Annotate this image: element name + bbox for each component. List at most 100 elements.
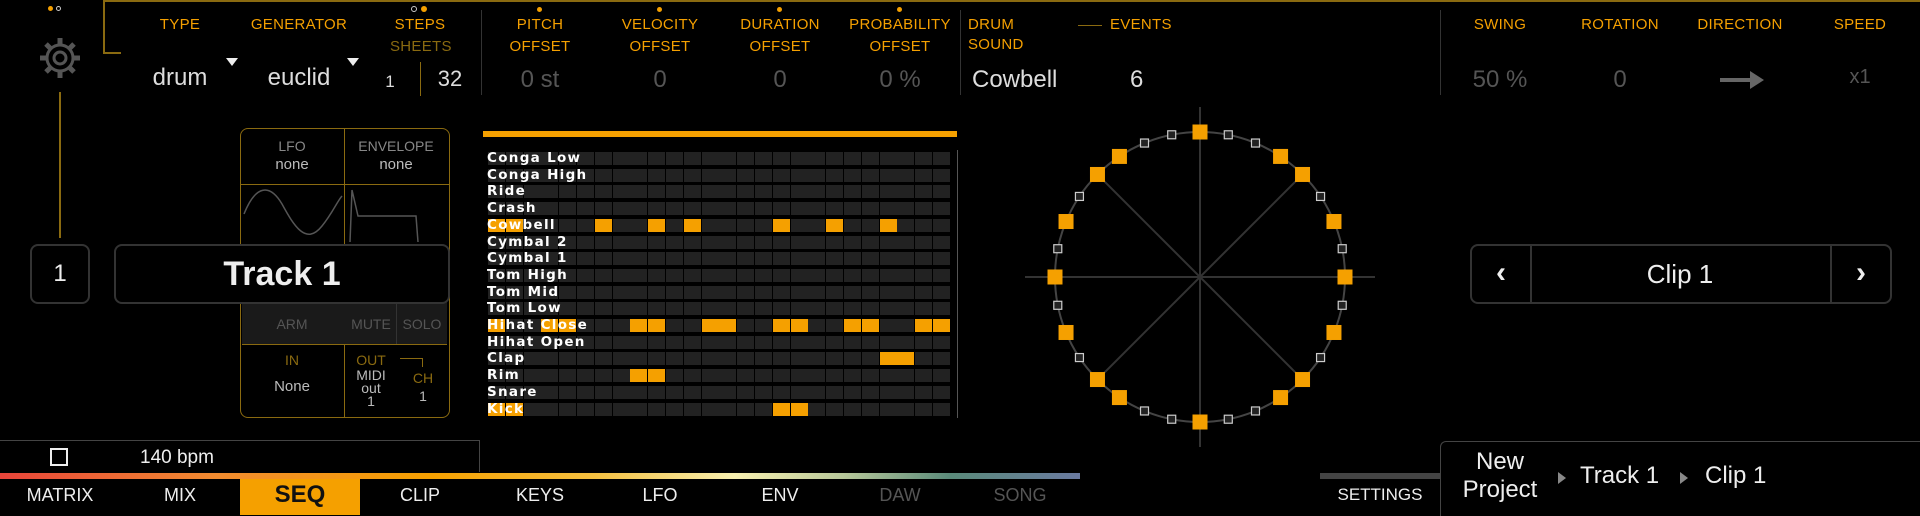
grid-step[interactable] xyxy=(701,302,719,316)
grid-step[interactable] xyxy=(737,235,755,249)
grid-step[interactable] xyxy=(594,152,612,165)
grid-step[interactable] xyxy=(897,168,915,182)
grid-step[interactable] xyxy=(648,319,666,332)
grid-step[interactable] xyxy=(755,268,772,282)
grid-step[interactable] xyxy=(648,252,666,266)
grid-step[interactable] xyxy=(666,252,683,266)
grid-step[interactable] xyxy=(683,168,701,182)
grid-step[interactable] xyxy=(844,252,861,266)
grid-step[interactable] xyxy=(666,385,683,399)
euclid-step[interactable] xyxy=(1074,352,1085,363)
grid-step[interactable] xyxy=(683,252,701,266)
grid-step[interactable] xyxy=(666,302,683,316)
grid-step[interactable] xyxy=(612,352,630,366)
grid-step[interactable] xyxy=(577,268,594,282)
drum-row-label[interactable]: Tom Low xyxy=(487,300,562,316)
grid-step[interactable] xyxy=(897,302,915,316)
grid-step[interactable] xyxy=(594,218,612,232)
grid-step[interactable] xyxy=(897,319,915,332)
drum-row-label[interactable]: Crash xyxy=(487,200,537,216)
grid-step[interactable] xyxy=(701,152,719,165)
grid-step[interactable] xyxy=(933,402,950,416)
tab-settings[interactable]: SETTINGS xyxy=(1320,480,1440,515)
grid-step[interactable] xyxy=(666,268,683,282)
tempo-display[interactable]: 140 bpm xyxy=(140,447,214,469)
grid-step[interactable] xyxy=(755,352,772,366)
euclid-step[interactable] xyxy=(1089,166,1105,182)
euclid-step[interactable] xyxy=(1273,148,1289,164)
grid-step[interactable] xyxy=(879,352,897,366)
grid-step[interactable] xyxy=(879,268,897,282)
grid-step[interactable] xyxy=(683,152,701,165)
grid-step[interactable] xyxy=(737,402,755,416)
grid-step[interactable] xyxy=(755,385,772,399)
grid-step[interactable] xyxy=(612,369,630,383)
envelope-value[interactable]: none xyxy=(346,156,446,173)
grid-step[interactable] xyxy=(719,352,737,366)
grid-step[interactable] xyxy=(915,185,933,199)
grid-step[interactable] xyxy=(861,302,879,316)
grid-step[interactable] xyxy=(701,385,719,399)
drum-row-label[interactable]: Conga High xyxy=(487,167,587,183)
euclid-step[interactable] xyxy=(1250,406,1261,416)
grid-step[interactable] xyxy=(612,285,630,299)
grid-step[interactable] xyxy=(844,402,861,416)
grid-step[interactable] xyxy=(719,152,737,165)
grid-step[interactable] xyxy=(541,352,559,366)
euclid-step[interactable] xyxy=(1337,269,1353,285)
steps-value[interactable]: 32 xyxy=(428,66,472,92)
grid-step[interactable] xyxy=(666,202,683,216)
grid-step[interactable] xyxy=(577,218,594,232)
swing-value[interactable]: 50 % xyxy=(1450,66,1550,94)
grid-step[interactable] xyxy=(755,152,772,165)
grid-step[interactable] xyxy=(808,285,826,299)
grid-step[interactable] xyxy=(683,285,701,299)
euclid-step[interactable] xyxy=(1223,130,1233,140)
grid-step[interactable] xyxy=(719,285,737,299)
grid-step[interactable] xyxy=(755,335,772,349)
duration-offset-value[interactable]: 0 xyxy=(730,66,830,94)
grid-step[interactable] xyxy=(826,218,844,232)
grid-step[interactable] xyxy=(577,352,594,366)
grid-step[interactable] xyxy=(594,235,612,249)
grid-step[interactable] xyxy=(577,302,594,316)
grid-step[interactable] xyxy=(541,385,559,399)
grid-step[interactable] xyxy=(630,369,648,383)
grid-step[interactable] xyxy=(701,235,719,249)
solo-button[interactable]: SOLO xyxy=(397,316,447,332)
grid-step[interactable] xyxy=(772,302,790,316)
grid-step[interactable] xyxy=(790,268,808,282)
grid-step[interactable] xyxy=(790,385,808,399)
grid-step[interactable] xyxy=(737,335,755,349)
grid-step[interactable] xyxy=(933,235,950,249)
grid-step[interactable] xyxy=(826,252,844,266)
grid-step[interactable] xyxy=(666,168,683,182)
grid-step[interactable] xyxy=(737,218,755,232)
grid-step[interactable] xyxy=(630,185,648,199)
euclid-step[interactable] xyxy=(1192,124,1208,140)
grid-step[interactable] xyxy=(719,235,737,249)
grid-step[interactable] xyxy=(719,252,737,266)
grid-step[interactable] xyxy=(648,369,666,383)
grid-step[interactable] xyxy=(879,202,897,216)
grid-step[interactable] xyxy=(577,385,594,399)
grid-step[interactable] xyxy=(737,302,755,316)
grid-step[interactable] xyxy=(772,402,790,416)
grid-step[interactable] xyxy=(630,168,648,182)
grid-step[interactable] xyxy=(790,252,808,266)
grid-step[interactable] xyxy=(701,369,719,383)
grid-step[interactable] xyxy=(897,385,915,399)
grid-step[interactable] xyxy=(737,352,755,366)
grid-step[interactable] xyxy=(612,252,630,266)
grid-step[interactable] xyxy=(594,352,612,366)
arm-button[interactable]: ARM xyxy=(242,316,342,332)
grid-step[interactable] xyxy=(915,168,933,182)
grid-step[interactable] xyxy=(648,268,666,282)
grid-step[interactable] xyxy=(594,268,612,282)
grid-step[interactable] xyxy=(683,402,701,416)
grid-step[interactable] xyxy=(844,235,861,249)
grid-step[interactable] xyxy=(648,168,666,182)
euclid-step[interactable] xyxy=(1315,191,1326,202)
grid-step[interactable] xyxy=(879,185,897,199)
grid-step[interactable] xyxy=(701,319,719,332)
